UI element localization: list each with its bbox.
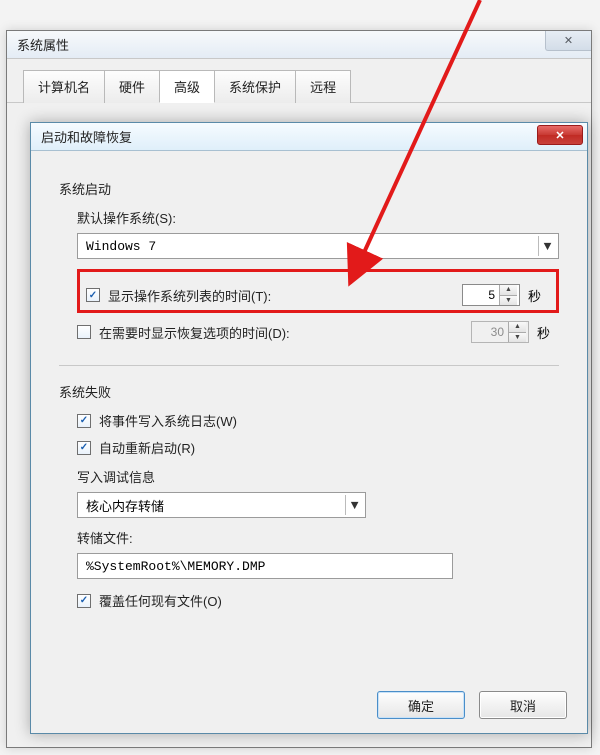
- highlighted-row: 显示操作系统列表的时间(T): ▲ ▼ 秒: [77, 269, 559, 313]
- ok-button[interactable]: 确定: [377, 691, 465, 719]
- default-os-select[interactable]: Windows 7 ▼: [77, 233, 559, 259]
- show-os-list-seconds-spinner[interactable]: ▲ ▼: [462, 284, 520, 306]
- dump-file-value: %SystemRoot%\MEMORY.DMP: [86, 559, 265, 574]
- dialog-button-bar: 确定 取消: [377, 691, 567, 719]
- show-recovery-seconds-spinner: ▲ ▼: [471, 321, 529, 343]
- startup-recovery-dialog: 启动和故障恢复 ✕ 系统启动 默认操作系统(S): Windows 7 ▼ 显示…: [30, 122, 588, 734]
- default-os-label: 默认操作系统(S):: [77, 208, 559, 227]
- close-icon: ✕: [555, 129, 564, 142]
- seconds-unit: 秒: [528, 286, 550, 305]
- parent-close-button[interactable]: ✕: [545, 31, 591, 51]
- cancel-button[interactable]: 取消: [479, 691, 567, 719]
- auto-restart-label: 自动重新启动(R): [99, 438, 195, 457]
- debug-info-select[interactable]: 核心内存转储 ▼: [77, 492, 366, 518]
- tab-system-protection[interactable]: 系统保护: [214, 70, 296, 103]
- show-os-list-seconds-input[interactable]: [463, 285, 499, 305]
- dropdown-arrow-icon: ▼: [345, 495, 363, 515]
- section-system-failure-title: 系统失败: [59, 382, 559, 401]
- show-recovery-seconds-input: [472, 322, 508, 342]
- show-os-list-checkbox[interactable]: [86, 288, 100, 302]
- divider: [59, 365, 559, 366]
- dump-file-input[interactable]: %SystemRoot%\MEMORY.DMP: [77, 553, 453, 579]
- spinner-down-icon[interactable]: ▼: [500, 295, 517, 306]
- spinner-down-icon: ▼: [509, 332, 526, 343]
- debug-info-value: 核心内存转储: [86, 496, 164, 515]
- auto-restart-checkbox[interactable]: [77, 441, 91, 455]
- show-recovery-label: 在需要时显示恢复选项的时间(D):: [99, 323, 463, 342]
- close-icon: ✕: [564, 34, 573, 47]
- section-system-startup-title: 系统启动: [59, 179, 559, 198]
- tab-hardware[interactable]: 硬件: [104, 70, 160, 103]
- spinner-up-icon: ▲: [509, 322, 526, 332]
- seconds-unit: 秒: [537, 323, 559, 342]
- parent-window-title: 系统属性: [17, 35, 69, 54]
- dialog-close-button[interactable]: ✕: [537, 125, 583, 145]
- write-event-label: 将事件写入系统日志(W): [99, 411, 237, 430]
- debug-info-label: 写入调试信息: [77, 467, 559, 486]
- tab-remote[interactable]: 远程: [295, 70, 351, 103]
- overwrite-checkbox[interactable]: [77, 594, 91, 608]
- dump-file-label: 转储文件:: [77, 528, 559, 547]
- tab-computer-name[interactable]: 计算机名: [23, 70, 105, 103]
- tab-strip: 计算机名 硬件 高级 系统保护 远程: [7, 59, 591, 103]
- spinner-up-icon[interactable]: ▲: [500, 285, 517, 295]
- parent-titlebar: 系统属性 ✕: [7, 31, 591, 59]
- dialog-body: 系统启动 默认操作系统(S): Windows 7 ▼ 显示操作系统列表的时间(…: [31, 151, 587, 626]
- write-event-checkbox[interactable]: [77, 414, 91, 428]
- default-os-value: Windows 7: [86, 239, 156, 254]
- dialog-titlebar: 启动和故障恢复 ✕: [31, 123, 587, 151]
- show-recovery-checkbox[interactable]: [77, 325, 91, 339]
- dropdown-arrow-icon: ▼: [538, 236, 556, 256]
- show-os-list-label: 显示操作系统列表的时间(T):: [108, 286, 454, 305]
- tab-advanced[interactable]: 高级: [159, 70, 215, 103]
- dialog-title: 启动和故障恢复: [41, 127, 132, 146]
- overwrite-label: 覆盖任何现有文件(O): [99, 591, 222, 610]
